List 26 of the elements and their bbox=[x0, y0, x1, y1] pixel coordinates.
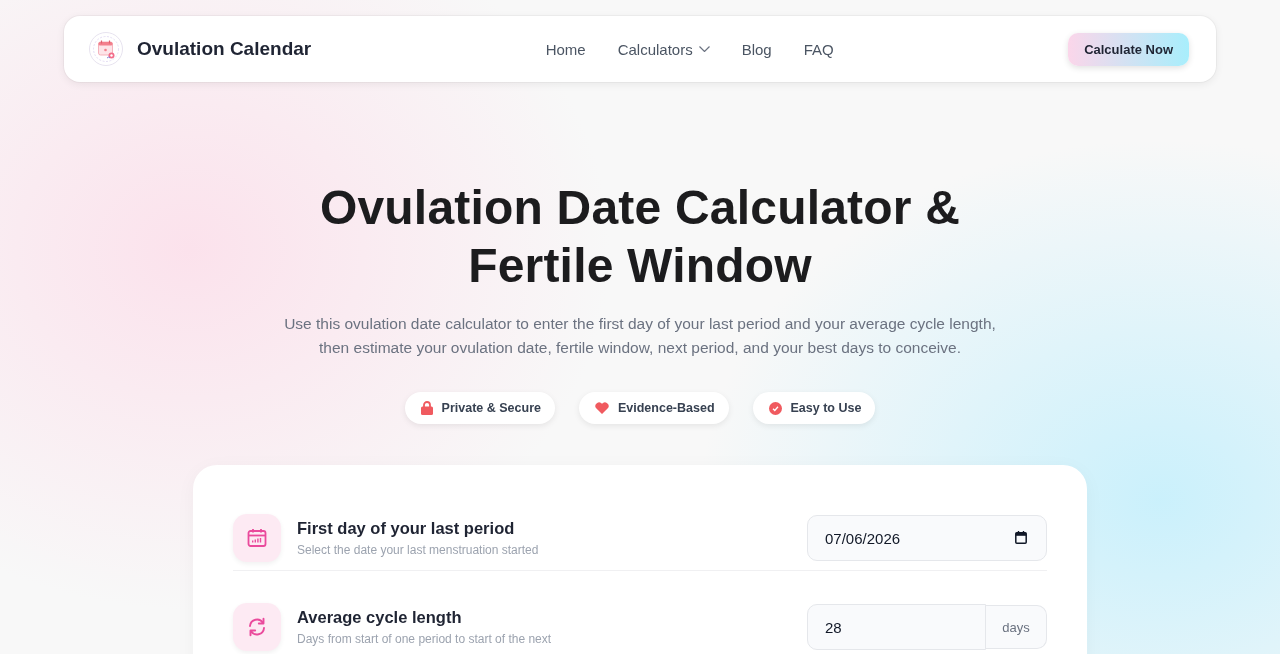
unit-label: days bbox=[986, 605, 1047, 649]
page-subtitle: Use this ovulation date calculator to enter the first day of your last period and your average cycle length, then estimate your ovulation date, fertile window, next period, and your best days to conceive. bbox=[283, 314, 997, 358]
field-hint: Select the date your last menstruation started bbox=[297, 543, 539, 557]
nav-link[interactable]: Blog bbox=[741, 40, 772, 58]
feature-badge: Evidence-Based bbox=[578, 392, 729, 424]
calculate-now-button[interactable]: Calculate Now bbox=[1068, 32, 1189, 66]
nav-link[interactable]: FAQ bbox=[803, 40, 834, 58]
refresh-icon bbox=[247, 617, 267, 637]
nav-link[interactable]: Home bbox=[545, 40, 586, 58]
number-field[interactable]: 28 bbox=[807, 604, 986, 650]
lock-icon bbox=[420, 401, 433, 415]
nav-dropdown[interactable]: Calculators bbox=[617, 40, 710, 58]
brand-name[interactable]: Ovulation Calendar bbox=[137, 38, 312, 60]
calendar-icon bbox=[247, 528, 267, 548]
heart-icon bbox=[594, 402, 609, 414]
chevron-down-icon bbox=[698, 46, 710, 52]
calendar-picker-icon[interactable] bbox=[1015, 531, 1027, 544]
date-field[interactable]: 07/06/2026 bbox=[807, 515, 1047, 561]
field-label: Average cycle length bbox=[297, 608, 463, 627]
feature-badge: Easy to Use bbox=[752, 392, 876, 424]
page-title: Ovulation Date Calculator & Fertile Window bbox=[318, 180, 962, 294]
field-hint: Days from start of one period to start of the next bbox=[297, 632, 552, 646]
field-label: First day of your last period bbox=[297, 519, 516, 538]
check-circle-icon bbox=[768, 401, 782, 415]
feature-badge: Private & Secure bbox=[404, 392, 555, 424]
calendar-logo-icon bbox=[89, 32, 123, 66]
